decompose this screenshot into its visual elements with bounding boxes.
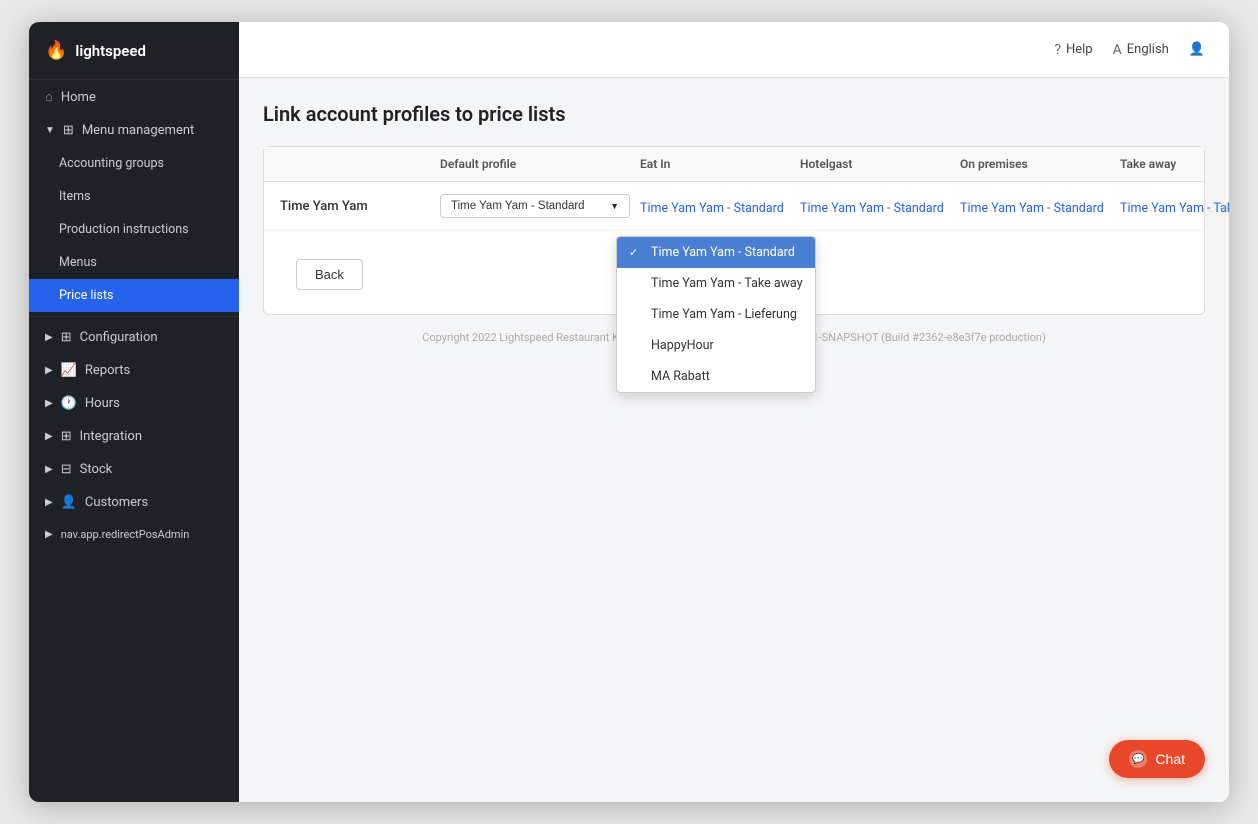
language-icon: A bbox=[1113, 42, 1122, 58]
menu-management-label: Menu management bbox=[82, 123, 194, 138]
dropdown-option-5[interactable]: MA Rabatt bbox=[617, 361, 815, 392]
table-header: Default profile Eat In Hotelgast On prem… bbox=[264, 147, 1204, 182]
col-header-eatin: Eat In bbox=[640, 157, 800, 171]
default-profile-cell: Time Yam Yam - Standard ▼ ✓ Time Yam Yam… bbox=[440, 194, 640, 218]
arrow-right-icon6: ▶ bbox=[45, 497, 53, 508]
sidebar-item-nav-redirect[interactable]: ▶ nav.app.redirectPosAdmin bbox=[29, 519, 239, 550]
price-lists-label: Price lists bbox=[59, 288, 114, 303]
sidebar-item-configuration[interactable]: ▶ ⊞ Configuration bbox=[29, 321, 239, 354]
menu-management-submenu: Accounting groups Items Production instr… bbox=[29, 147, 239, 312]
sidebar-item-accounting-groups[interactable]: Accounting groups bbox=[29, 147, 239, 180]
arrow-down-icon: ▼ bbox=[45, 125, 55, 136]
eat-in-cell: Time Yam Yam - Standard bbox=[640, 197, 800, 216]
take-away-link[interactable]: Time Yam Yam - Take away bbox=[1120, 201, 1229, 216]
main-content: Link account profiles to price lists Def… bbox=[239, 78, 1229, 802]
dropdown-option-label-3: Time Yam Yam - Lieferung bbox=[651, 307, 797, 322]
dropdown-option-1[interactable]: ✓ Time Yam Yam - Standard bbox=[617, 237, 815, 268]
menu-icon: ⊞ bbox=[63, 123, 74, 138]
language-label: English bbox=[1127, 42, 1169, 57]
check-icon: ✓ bbox=[629, 246, 643, 259]
nav-redirect-label: nav.app.redirectPosAdmin bbox=[61, 528, 190, 541]
integration-icon: ⊞ bbox=[61, 429, 72, 444]
row-label: Time Yam Yam bbox=[280, 199, 440, 214]
accounting-groups-label: Accounting groups bbox=[59, 156, 164, 171]
col-header-default: Default profile bbox=[440, 157, 640, 171]
sidebar-item-customers[interactable]: ▶ 👤 Customers bbox=[29, 486, 239, 519]
dropdown-option-label-1: Time Yam Yam - Standard bbox=[651, 245, 795, 260]
sidebar-item-items[interactable]: Items bbox=[29, 180, 239, 213]
take-away-cell: Time Yam Yam - Take away bbox=[1120, 197, 1229, 216]
chat-label: Chat bbox=[1155, 751, 1185, 767]
price-list-table: Default profile Eat In Hotelgast On prem… bbox=[263, 146, 1205, 315]
hotelgast-cell: Time Yam Yam - Standard bbox=[800, 197, 960, 216]
col-header-takeaway: Take away bbox=[1120, 157, 1229, 171]
help-label: Help bbox=[1066, 42, 1093, 57]
on-premises-link[interactable]: Time Yam Yam - Standard bbox=[960, 201, 1104, 216]
col-header-onpremises: On premises bbox=[960, 157, 1120, 171]
dropdown-menu: ✓ Time Yam Yam - Standard Time Yam Yam -… bbox=[616, 236, 816, 393]
sidebar-item-menus[interactable]: Menus bbox=[29, 246, 239, 279]
dropdown-option-label-4: HappyHour bbox=[651, 338, 714, 353]
arrow-right-icon2: ▶ bbox=[45, 365, 53, 376]
main-area: ? Help A English 👤 Link account profiles… bbox=[239, 22, 1229, 802]
sidebar-item-production-instructions[interactable]: Production instructions bbox=[29, 213, 239, 246]
language-button[interactable]: A English bbox=[1113, 42, 1169, 58]
arrow-right-icon4: ▶ bbox=[45, 431, 53, 442]
logo-icon: 🔥 bbox=[45, 40, 67, 61]
sidebar-item-home[interactable]: ⌂ Home bbox=[29, 80, 239, 114]
back-button[interactable]: Back bbox=[296, 259, 363, 290]
sidebar: 🔥 lightspeed ⌂ Home ▼ ⊞ Menu management … bbox=[29, 22, 239, 802]
arrow-right-icon3: ▶ bbox=[45, 398, 53, 409]
sidebar-item-stock[interactable]: ▶ ⊟ Stock bbox=[29, 453, 239, 486]
logo-text: lightspeed bbox=[75, 42, 145, 60]
sidebar-item-reports[interactable]: ▶ 📈 Reports bbox=[29, 354, 239, 387]
help-icon: ? bbox=[1054, 42, 1061, 58]
dropdown-selected-value: Time Yam Yam - Standard bbox=[451, 200, 604, 212]
col-header-empty bbox=[280, 157, 440, 171]
dropdown-option-4[interactable]: HappyHour bbox=[617, 330, 815, 361]
chat-icon: 💬 bbox=[1129, 750, 1147, 768]
topbar: ? Help A English 👤 bbox=[239, 22, 1229, 78]
sidebar-item-hours[interactable]: ▶ 🕐 Hours bbox=[29, 387, 239, 420]
dropdown-arrow-icon: ▼ bbox=[610, 201, 619, 211]
arrow-right-icon: ▶ bbox=[45, 332, 53, 343]
configuration-label: Configuration bbox=[80, 330, 158, 345]
dropdown-option-label-2: Time Yam Yam - Take away bbox=[651, 276, 803, 291]
stock-label: Stock bbox=[80, 462, 113, 477]
dropdown-option-2[interactable]: Time Yam Yam - Take away bbox=[617, 268, 815, 299]
menus-label: Menus bbox=[59, 255, 97, 270]
dropdown-option-3[interactable]: Time Yam Yam - Lieferung bbox=[617, 299, 815, 330]
eat-in-link[interactable]: Time Yam Yam - Standard bbox=[640, 201, 784, 216]
page-title: Link account profiles to price lists bbox=[263, 102, 1205, 126]
customers-label: Customers bbox=[85, 495, 148, 510]
items-label: Items bbox=[59, 189, 91, 204]
dropdown-option-label-5: MA Rabatt bbox=[651, 369, 710, 384]
customers-icon: 👤 bbox=[61, 495, 77, 510]
sidebar-item-price-lists[interactable]: Price lists bbox=[29, 279, 239, 312]
on-premises-cell: Time Yam Yam - Standard bbox=[960, 197, 1120, 216]
help-button[interactable]: ? Help bbox=[1054, 42, 1092, 58]
hours-label: Hours bbox=[85, 396, 120, 411]
reports-icon: 📈 bbox=[61, 363, 77, 378]
user-icon: 👤 bbox=[1189, 42, 1205, 57]
config-icon: ⊞ bbox=[61, 330, 72, 345]
table-row: Time Yam Yam Time Yam Yam - Standard ▼ ✓… bbox=[264, 182, 1204, 231]
logo[interactable]: 🔥 lightspeed bbox=[29, 22, 239, 80]
home-icon: ⌂ bbox=[45, 89, 53, 105]
hours-icon: 🕐 bbox=[61, 396, 77, 411]
production-instructions-label: Production instructions bbox=[59, 222, 189, 237]
stock-icon: ⊟ bbox=[61, 462, 72, 477]
user-button[interactable]: 👤 bbox=[1189, 42, 1205, 57]
sidebar-item-menu-management[interactable]: ▼ ⊞ Menu management bbox=[29, 114, 239, 147]
integration-label: Integration bbox=[80, 429, 142, 444]
home-label: Home bbox=[61, 90, 96, 105]
arrow-right-icon5: ▶ bbox=[45, 464, 53, 475]
reports-label: Reports bbox=[85, 363, 130, 378]
sidebar-item-integration[interactable]: ▶ ⊞ Integration bbox=[29, 420, 239, 453]
arrow-right-icon7: ▶ bbox=[45, 529, 53, 540]
chat-button[interactable]: 💬 Chat bbox=[1109, 740, 1205, 778]
col-header-hotelgast: Hotelgast bbox=[800, 157, 960, 171]
hotelgast-link[interactable]: Time Yam Yam - Standard bbox=[800, 201, 944, 216]
default-profile-dropdown[interactable]: Time Yam Yam - Standard ▼ bbox=[440, 194, 630, 218]
